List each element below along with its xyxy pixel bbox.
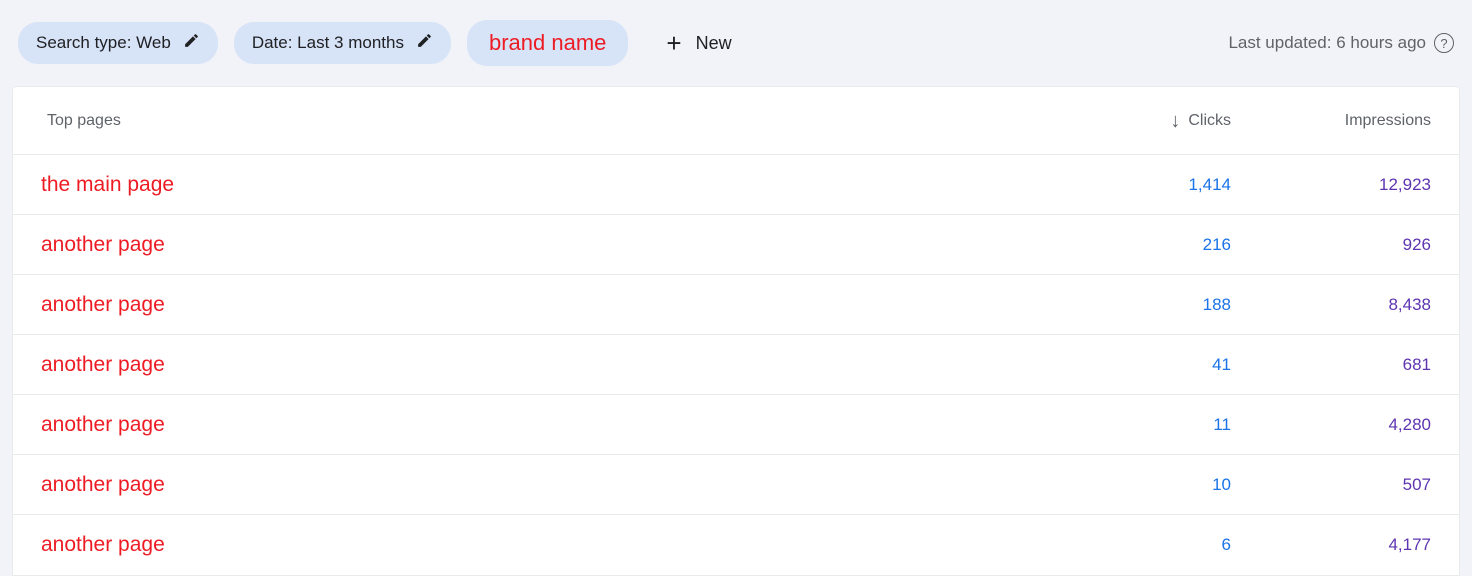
clicks-value: 41 [1031,355,1231,375]
page-name: another page [41,473,1031,497]
table-row[interactable]: another page10507 [13,455,1459,515]
clicks-value: 6 [1031,535,1231,555]
help-icon[interactable]: ? [1434,33,1454,53]
plus-icon: + [666,30,681,56]
brand-label: brand name [489,30,606,56]
header-clicks[interactable]: ↓ Clicks [1031,111,1231,131]
date-label: Date: Last 3 months [252,33,404,53]
clicks-value: 1,414 [1031,175,1231,195]
impressions-value: 926 [1231,235,1431,255]
search-type-label: Search type: Web [36,33,171,53]
page-name: the main page [41,173,1031,197]
new-filter-button[interactable]: + New [652,22,745,64]
impressions-value: 12,923 [1231,175,1431,195]
pencil-icon [416,32,433,54]
header-top-pages[interactable]: Top pages [41,112,1031,130]
new-label: New [696,33,732,54]
filter-bar: Search type: Web Date: Last 3 months bra… [0,0,1472,86]
table-row[interactable]: another page114,280 [13,395,1459,455]
brand-filter[interactable]: brand name [467,20,628,66]
page-name: another page [41,353,1031,377]
clicks-value: 10 [1031,475,1231,495]
table-row[interactable]: another page41681 [13,335,1459,395]
last-updated-text: Last updated: 6 hours ago [1228,33,1426,53]
date-filter[interactable]: Date: Last 3 months [234,22,451,64]
header-clicks-label: Clicks [1188,112,1231,130]
table-header: Top pages ↓ Clicks Impressions [13,87,1459,155]
table-row[interactable]: another page1888,438 [13,275,1459,335]
page-name: another page [41,233,1031,257]
table-row[interactable]: another page64,177 [13,515,1459,575]
page-name: another page [41,533,1031,557]
impressions-value: 681 [1231,355,1431,375]
clicks-value: 11 [1031,415,1231,435]
pencil-icon [183,32,200,54]
impressions-value: 4,280 [1231,415,1431,435]
impressions-value: 8,438 [1231,295,1431,315]
table-row[interactable]: the main page1,41412,923 [13,155,1459,215]
search-type-filter[interactable]: Search type: Web [18,22,218,64]
page-name: another page [41,293,1031,317]
arrow-down-icon: ↓ [1170,111,1180,131]
page-name: another page [41,413,1031,437]
top-pages-table: Top pages ↓ Clicks Impressions the main … [12,86,1460,576]
last-updated: Last updated: 6 hours ago ? [1228,33,1454,53]
clicks-value: 216 [1031,235,1231,255]
table-row[interactable]: another page216926 [13,215,1459,275]
impressions-value: 507 [1231,475,1431,495]
header-impressions[interactable]: Impressions [1231,112,1431,130]
clicks-value: 188 [1031,295,1231,315]
impressions-value: 4,177 [1231,535,1431,555]
